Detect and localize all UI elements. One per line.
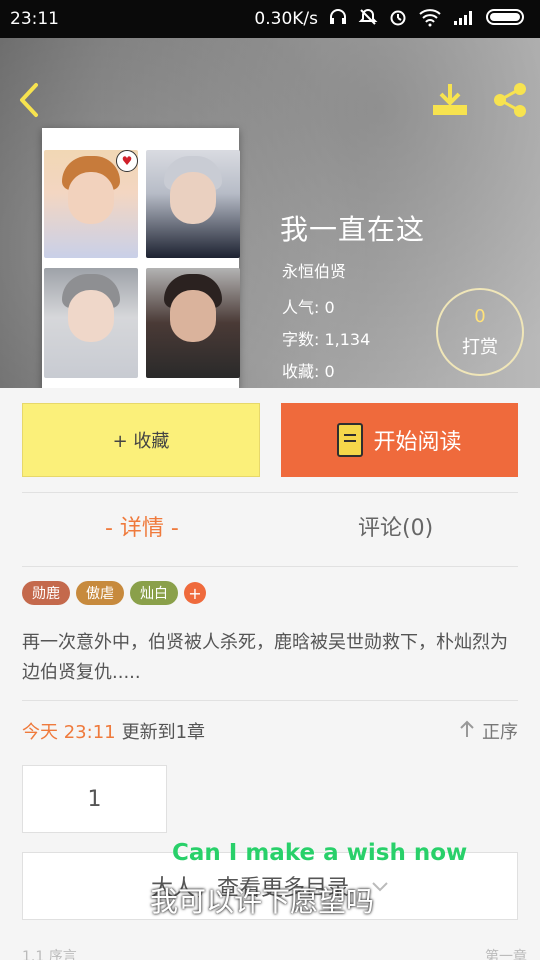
face-shape: [68, 172, 114, 224]
collect-label: + 收藏: [112, 431, 170, 452]
start-reading-label: 开始阅读: [373, 430, 462, 455]
face-shape: [68, 290, 114, 342]
book-hero: ♥ 我一直在这 永恒伯贤 人气: 0 字数: 1,134 收藏: 0 0 打赏: [0, 38, 540, 388]
cover-photo-3: [44, 268, 138, 378]
face-shape: [170, 172, 216, 224]
chapter-item-left[interactable]: 1.1 序言: [22, 946, 77, 960]
tip-count: 0: [474, 305, 486, 327]
book-favorites: 收藏: 0: [282, 362, 335, 381]
cover-photo-4: [146, 268, 240, 378]
overlay-caption-chinese: 我可以许下愿望吗: [150, 885, 375, 918]
chapter-item-right[interactable]: 第一章: [485, 946, 527, 960]
divider: [22, 566, 518, 567]
tab-detail-label: - 详情 -: [105, 516, 179, 541]
book-cover[interactable]: ♥: [42, 128, 240, 388]
heart-icon: ♥: [116, 150, 138, 172]
tag-item[interactable]: 傲虐: [76, 581, 124, 605]
tip-label: 打赏: [462, 336, 498, 358]
page-selector[interactable]: 1: [22, 765, 167, 833]
sort-button[interactable]: 正序: [458, 718, 518, 744]
divider: [22, 492, 518, 493]
divider: [22, 700, 518, 701]
overlay-caption-english: Can I make a wish now: [172, 840, 468, 866]
book-icon: [337, 423, 364, 457]
tag-list: 勋鹿 傲虐 灿白 +: [22, 581, 206, 605]
tab-comments[interactable]: 评论(0): [358, 510, 433, 542]
tab-detail[interactable]: - 详情 -: [105, 510, 179, 542]
update-time: 今天 23:11: [22, 722, 116, 743]
wifi-icon: [418, 7, 442, 32]
start-reading-button[interactable]: 开始阅读: [281, 403, 518, 477]
download-button[interactable]: [428, 82, 472, 122]
sort-label: 正序: [482, 722, 518, 743]
tab-comments-label: 评论(0): [358, 516, 434, 541]
status-indicators: 0.30K/s: [254, 7, 528, 32]
cover-photo-2: [146, 150, 240, 258]
arrow-up-icon: [458, 719, 476, 744]
book-author[interactable]: 永恒伯贤: [282, 258, 346, 282]
page-number: 1: [87, 786, 102, 812]
alarm-icon: [388, 7, 408, 32]
cover-photo-1: ♥: [44, 150, 138, 258]
collect-button[interactable]: + 收藏: [22, 403, 260, 477]
tip-button[interactable]: 0 打赏: [436, 288, 524, 376]
battery-icon: [486, 7, 528, 32]
status-bar: 23:11 0.30K/s: [0, 0, 540, 38]
update-text: 更新到1章: [121, 722, 206, 743]
share-button[interactable]: [488, 82, 532, 122]
add-tag-button[interactable]: +: [184, 582, 206, 604]
book-popularity: 人气: 0: [282, 298, 335, 317]
status-time: 23:11: [10, 9, 59, 29]
headphones-icon: [328, 7, 348, 32]
book-description: 再一次意外中，伯贤被人杀死，鹿晗被吴世勋救下，朴灿烈为边伯贤复仇.....: [22, 632, 508, 683]
book-word-count: 字数: 1,134: [282, 330, 371, 349]
signal-icon: [452, 7, 476, 32]
chevron-left-icon: [16, 82, 42, 122]
tag-item[interactable]: 灿白: [130, 581, 178, 605]
share-icon: [490, 80, 530, 124]
tag-item[interactable]: 勋鹿: [22, 581, 70, 605]
net-speed: 0.30K/s: [254, 9, 318, 29]
update-info: 今天 23:11 更新到1章: [22, 718, 205, 744]
mute-icon: [358, 7, 378, 32]
download-icon: [430, 82, 470, 122]
back-button[interactable]: [12, 82, 46, 122]
book-title: 我一直在这: [280, 213, 426, 246]
face-shape: [170, 290, 216, 342]
